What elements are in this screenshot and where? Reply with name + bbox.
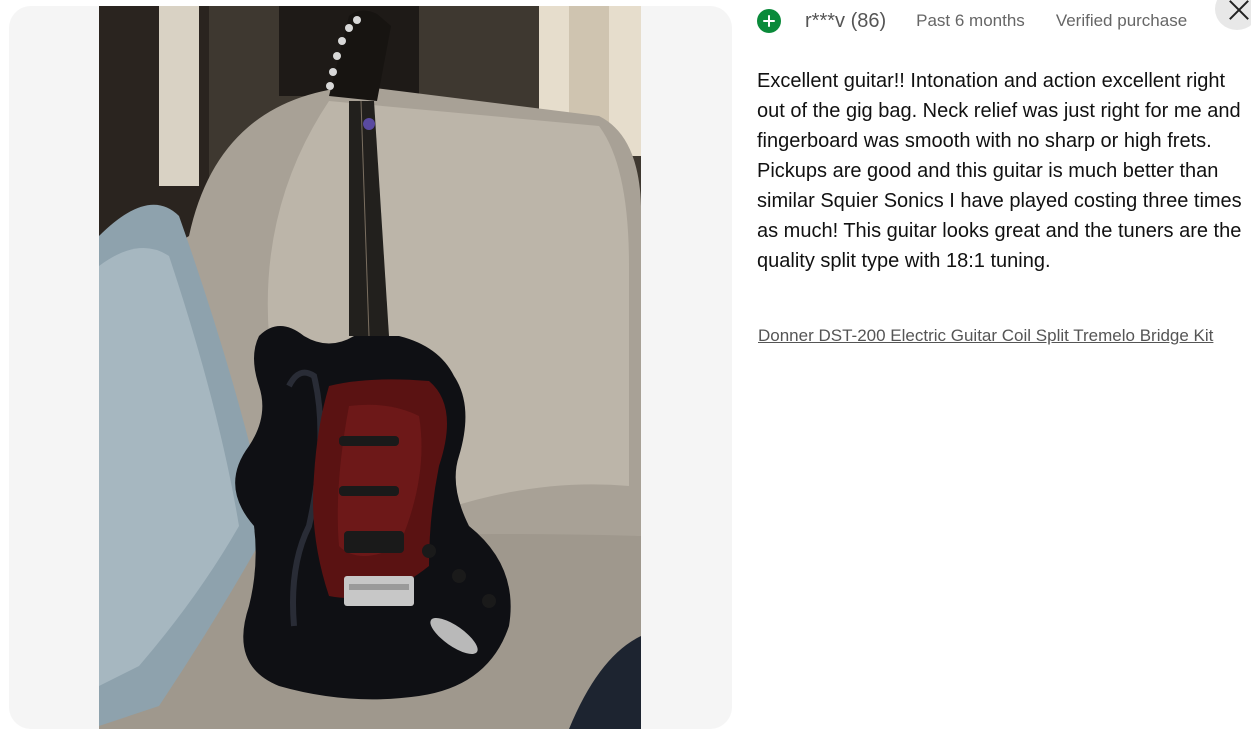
product-link[interactable]: Donner DST-200 Electric Guitar Coil Spli… <box>758 325 1238 347</box>
reviewer-name: r***v (86) <box>805 9 887 32</box>
review-body: Excellent guitar!! Intonation and action… <box>757 70 1242 272</box>
close-icon <box>1227 0 1251 22</box>
verified-purchase-label: Verified purchase <box>1055 11 1188 30</box>
review-date: Past 6 months <box>916 11 1025 30</box>
review-photo[interactable] <box>99 6 641 729</box>
plus-circle-icon[interactable] <box>757 9 781 33</box>
review-header: r***v (86) Past 6 months Verified purcha… <box>757 8 1187 34</box>
review-image-viewer: r***v (86) Past 6 months Verified purcha… <box>0 0 1251 738</box>
close-button[interactable] <box>1215 0 1251 30</box>
review-image-panel <box>9 6 732 729</box>
